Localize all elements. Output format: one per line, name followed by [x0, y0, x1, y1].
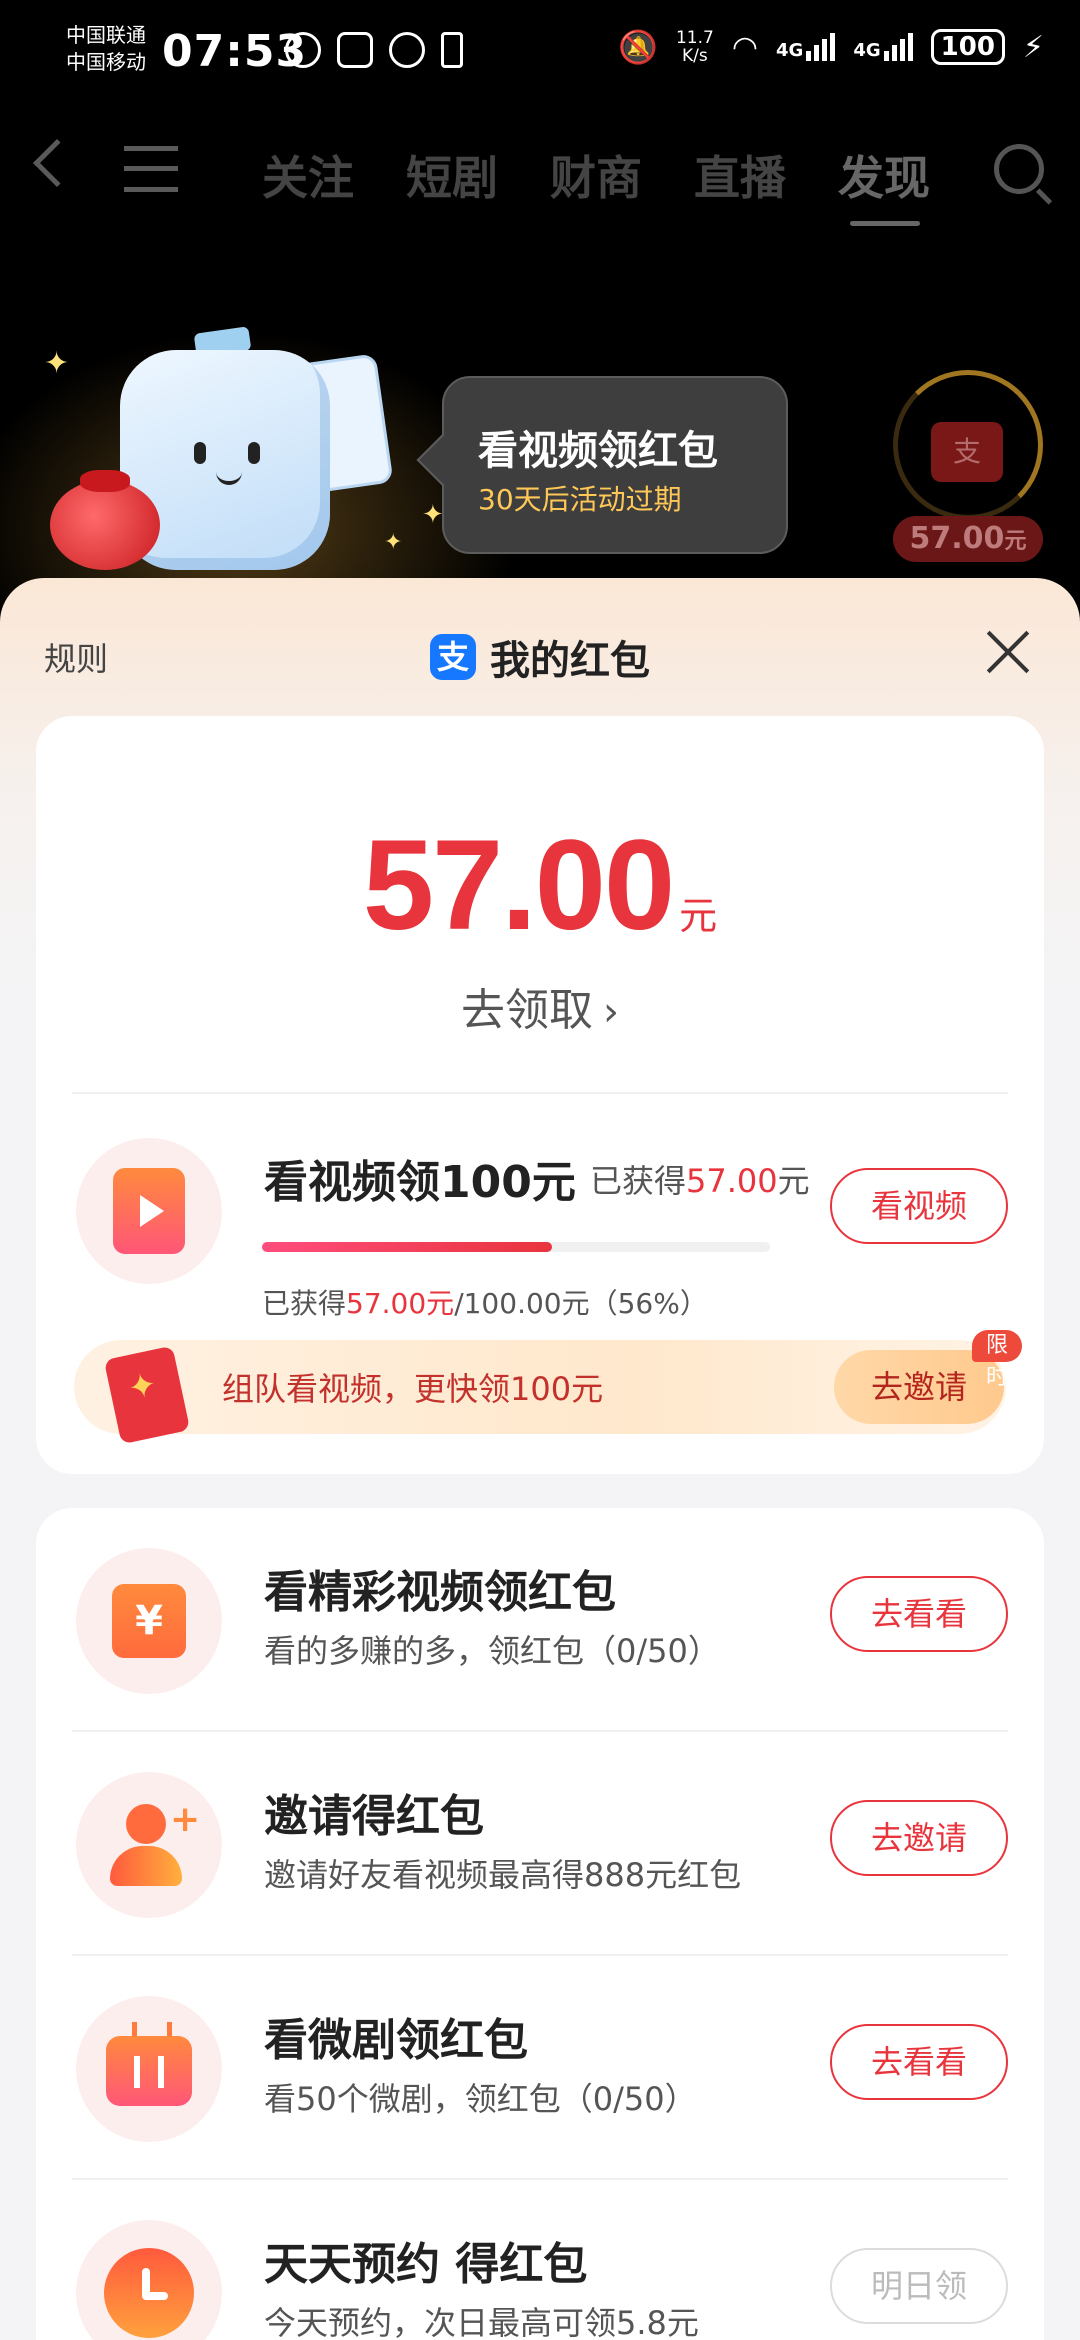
add-user-icon: +: [76, 1772, 222, 1918]
claim-tomorrow-button[interactable]: 明日领: [830, 2248, 1008, 2324]
signal-1: 4G: [776, 33, 836, 61]
video-play-icon: [76, 1138, 222, 1284]
lucky-pouch-icon: [50, 470, 160, 570]
task-row: + 邀请得红包 邀请好友看视频最高得888元红包 去邀请: [36, 1732, 1044, 1956]
task-row: ¥ 看精彩视频领红包 看的多赚的多，领红包（0/50） 去看看: [36, 1508, 1044, 1732]
rules-link[interactable]: 规则: [44, 634, 108, 680]
net-speed: 11.7 K/s: [675, 28, 714, 66]
task-title: 邀请得红包: [264, 1791, 484, 1842]
carrier-info: 中国联通 中国移动: [66, 22, 146, 76]
task-title: 看微剧领红包: [264, 2015, 528, 2066]
red-envelope-icon: 支: [931, 422, 1003, 482]
video-progress-bar: [262, 1242, 770, 1252]
mute-bell-icon: 🔕: [618, 28, 658, 66]
video-progress-fill: [262, 1242, 552, 1252]
clock-icon: [76, 2220, 222, 2340]
nfc-icon: [337, 32, 373, 68]
tab-short-drama[interactable]: 短剧: [406, 142, 498, 208]
watch-video-button[interactable]: 看视频: [830, 1168, 1008, 1244]
task-title: 天天预约 得红包: [264, 2239, 588, 2290]
task-subtitle: 今天预约，次日最高可领5.8元: [264, 2304, 699, 2340]
task-subtitle: 邀请好友看视频最高得888元红包: [264, 1856, 742, 1894]
task-list-card: ¥ 看精彩视频领红包 看的多赚的多，领红包（0/50） 去看看 + 邀请得红包 …: [36, 1508, 1044, 2340]
balance-card: 57.00 元 去领取 › 看视频领100元 已获得57.00元 已获得57.00元…: [36, 716, 1044, 1474]
back-arrow-icon[interactable]: [32, 138, 82, 188]
mascot-eye: [248, 442, 260, 464]
sparkle-icon: ✦: [422, 500, 444, 530]
team-invite-text: 组队看视频，更快领100元: [222, 1370, 604, 1408]
tab-live[interactable]: 直播: [694, 142, 786, 208]
mascot-eye: [194, 442, 206, 464]
floating-amount: 57.00元: [893, 516, 1043, 562]
alarm-icon: [389, 32, 425, 68]
watch-drama-button[interactable]: 去看看: [830, 2024, 1008, 2100]
sheet-title: 我的红包: [490, 638, 650, 684]
promo-subtitle: 30天后活动过期: [478, 483, 682, 516]
sheet-header: 支 我的红包: [430, 628, 650, 686]
charging-icon: ⚡: [1022, 29, 1044, 65]
team-invite-banner[interactable]: 组队看视频，更快领100元 去邀请 限时: [74, 1330, 1023, 1445]
battery-indicator: 100: [930, 29, 1005, 65]
floating-red-packet[interactable]: 支 57.00元: [893, 370, 1043, 562]
speedometer-icon: [285, 32, 321, 68]
sparkle-icon: ✦: [384, 530, 403, 555]
task-subtitle: 看的多赚的多，领红包（0/50）: [264, 1632, 720, 1670]
yen-icon: ¥: [76, 1548, 222, 1694]
menu-icon[interactable]: [124, 146, 178, 192]
bluetooth-icon: [441, 32, 463, 68]
red-packet-sheet: 规则 支 我的红包 57.00 元 去领取 › 看视频领100元 已获得57.00元…: [0, 578, 1080, 2340]
tv-icon: [76, 1996, 222, 2142]
sparkle-icon: ✦: [44, 346, 70, 381]
status-bar: 中国联通 中国移动 07:53 🔕 11.7 K/s ◠ 4G 4G 100 ⚡: [0, 0, 1080, 100]
invite-button[interactable]: 去邀请: [830, 1800, 1008, 1876]
chevron-right-icon: ›: [603, 989, 619, 1035]
balance-amount: 57.00 元: [362, 814, 718, 957]
claim-link[interactable]: 去领取 ›: [36, 974, 1044, 1038]
task-row: 看微剧领红包 看50个微剧，领红包（0/50） 去看看: [36, 1956, 1044, 2180]
task-row: 天天预约 得红包 今天预约，次日最高可领5.8元 明日领: [36, 2180, 1044, 2340]
top-navigation: 关注 短剧 财商 直播 发现: [0, 120, 1080, 226]
carrier-1: 中国联通: [66, 23, 146, 47]
tab-discover[interactable]: 发现: [838, 142, 930, 226]
video-task-title: 看视频领100元: [264, 1157, 576, 1208]
task-title: 看精彩视频领红包: [264, 1567, 616, 1618]
wifi-icon: ◠: [731, 29, 759, 65]
video-progress-text: 已获得57.00元/100.00元（56%）: [262, 1287, 708, 1320]
tab-finance[interactable]: 财商: [550, 142, 642, 208]
search-icon[interactable]: [994, 144, 1044, 194]
alipay-icon: 支: [430, 634, 476, 680]
task-subtitle: 看50个微剧，领红包（0/50）: [264, 2080, 697, 2118]
video-task-earned: 已获得57.00元: [590, 1162, 810, 1200]
promo-bubble[interactable]: 看视频领红包 30天后活动过期: [442, 376, 788, 554]
signal-2: 4G: [853, 33, 913, 61]
watch-more-button[interactable]: 去看看: [830, 1576, 1008, 1652]
red-envelope-icon: [103, 1345, 191, 1445]
mascot-mouth: [216, 472, 242, 485]
tab-follow[interactable]: 关注: [262, 142, 354, 208]
close-icon[interactable]: [986, 630, 1030, 674]
status-icons: [285, 32, 463, 68]
status-right: 🔕 11.7 K/s ◠ 4G 4G 100 ⚡: [618, 28, 1044, 66]
limited-time-badge: 限时: [972, 1330, 1023, 1390]
promo-title: 看视频领红包: [478, 428, 718, 474]
divider: [72, 1092, 1008, 1094]
carrier-2: 中国移动: [66, 50, 146, 74]
